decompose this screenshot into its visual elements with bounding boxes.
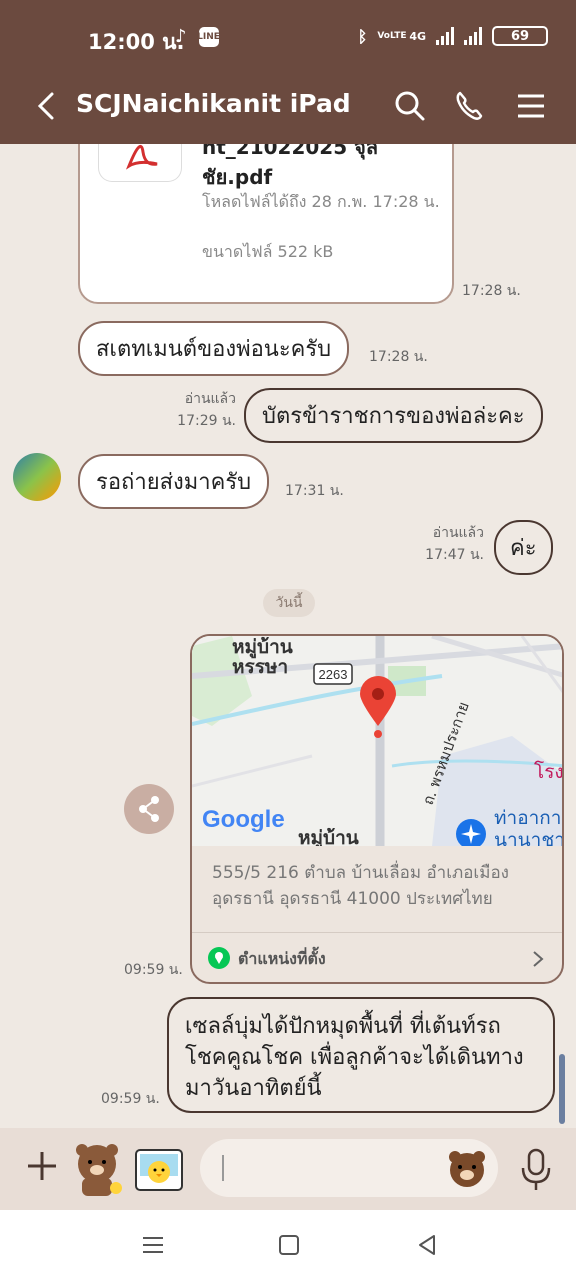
system-navigation-bar	[0, 1210, 576, 1280]
message-read-status: อ่านแล้ว 17:29 น.	[177, 391, 236, 429]
phone-icon[interactable]	[448, 84, 492, 128]
map-label: ท่าอากา	[494, 807, 561, 829]
volte-icon: VoLTE	[377, 31, 407, 41]
file-name: nt_21022025 จุลชัย.pdf	[202, 144, 379, 189]
share-icon	[139, 796, 159, 822]
bluetooth-icon: ᛒ	[357, 26, 368, 46]
signal-icon-2	[464, 27, 482, 45]
chat-area[interactable]: nt_21022025 จุลชัย.pdf โหลดไฟล์ได้ถึง 28…	[0, 144, 576, 1128]
plus-icon[interactable]	[20, 1144, 64, 1188]
scrollbar[interactable]	[559, 1054, 565, 1124]
message-bubble-outgoing[interactable]: ค่ะ	[494, 520, 553, 575]
chevron-right-icon	[533, 951, 544, 967]
status-bar: 12:00 น. ♪ LINE ᛒ VoLTE 4G 69	[0, 0, 576, 76]
message-bubble-outgoing[interactable]: บัตรข้าราชการของพ่อล่ะคะ	[244, 388, 543, 443]
signal-icon	[436, 27, 454, 45]
message-time: 17:28 น.	[369, 349, 428, 365]
line-icon: LINE	[197, 26, 220, 47]
back-triangle-icon[interactable]	[412, 1230, 442, 1260]
emoji-bear-icon[interactable]	[446, 1147, 488, 1189]
share-button[interactable]	[124, 784, 174, 834]
chat-header: SCJNaichikanit iPad	[0, 76, 576, 144]
map-road-number: 2263	[319, 667, 348, 682]
message-time: 17:28 น.	[462, 283, 521, 299]
input-bar	[0, 1128, 576, 1210]
tiktok-icon: ♪	[175, 26, 187, 47]
brown-bear-sticker-icon[interactable]	[70, 1140, 124, 1198]
sally-chick-sticker-icon[interactable]	[134, 1146, 184, 1194]
message-input[interactable]	[200, 1139, 498, 1197]
recents-menu-icon[interactable]	[138, 1230, 168, 1260]
date-separator: วันนี้	[263, 589, 315, 617]
message-bubble-incoming[interactable]: รอถ่ายส่งมาครับ	[78, 454, 270, 509]
message-time: 09:59 น.	[124, 962, 183, 978]
location-link[interactable]: ตำแหน่งที่ตั้ง	[192, 932, 562, 982]
chat-title: SCJNaichikanit iPad	[76, 89, 351, 118]
avatar[interactable]	[12, 452, 62, 502]
map-label: หรรษา	[232, 656, 288, 678]
location-message[interactable]: 2263 หมู่บ้าน หรรษา ถ. พรหมประกาย หมู่บ้…	[190, 634, 564, 984]
text-caret	[222, 1155, 224, 1181]
message-time: 17:31 น.	[285, 483, 344, 499]
map-label: นานาชา	[494, 829, 564, 846]
google-logo: Google	[202, 806, 285, 833]
location-label: ตำแหน่งที่ตั้ง	[238, 949, 326, 968]
back-arrow-icon[interactable]	[30, 86, 70, 126]
location-pin-icon	[208, 947, 230, 969]
map-preview[interactable]: 2263 หมู่บ้าน หรรษา ถ. พรหมประกาย หมู่บ้…	[192, 636, 564, 846]
message-read-status: อ่านแล้ว 17:47 น.	[425, 525, 484, 563]
message-bubble-incoming[interactable]: สเตทเมนต์ของพ่อนะครับ	[78, 321, 350, 376]
network-type: 4G	[409, 29, 426, 43]
search-icon[interactable]	[388, 84, 432, 128]
home-square-icon[interactable]	[274, 1230, 304, 1260]
location-address: 555/5 216 ตำบล บ้านเลื่อม อำเภอเมืองอุดร…	[212, 863, 509, 909]
map-label: โรง	[534, 760, 564, 783]
file-download-info: โหลดไฟล์ได้ถึง 28 ก.พ. 17:28 น.	[202, 192, 440, 211]
microphone-icon[interactable]	[518, 1146, 554, 1192]
menu-icon[interactable]	[509, 84, 553, 128]
file-size: ขนาดไฟล์ 522 kB	[202, 242, 334, 261]
pdf-file-icon	[98, 144, 182, 182]
map-label: หมู่บ้าน	[298, 827, 359, 846]
message-bubble-outgoing[interactable]: เซลล์บุ่มได้ปักหมุดพื้นที่ ที่เต้นท์รถโช…	[167, 997, 555, 1113]
status-time: 12:00 น.	[88, 30, 185, 54]
battery-icon: 69	[492, 26, 548, 46]
file-message[interactable]: nt_21022025 จุลชัย.pdf โหลดไฟล์ได้ถึง 28…	[78, 144, 454, 304]
message-time: 09:59 น.	[101, 1091, 160, 1107]
